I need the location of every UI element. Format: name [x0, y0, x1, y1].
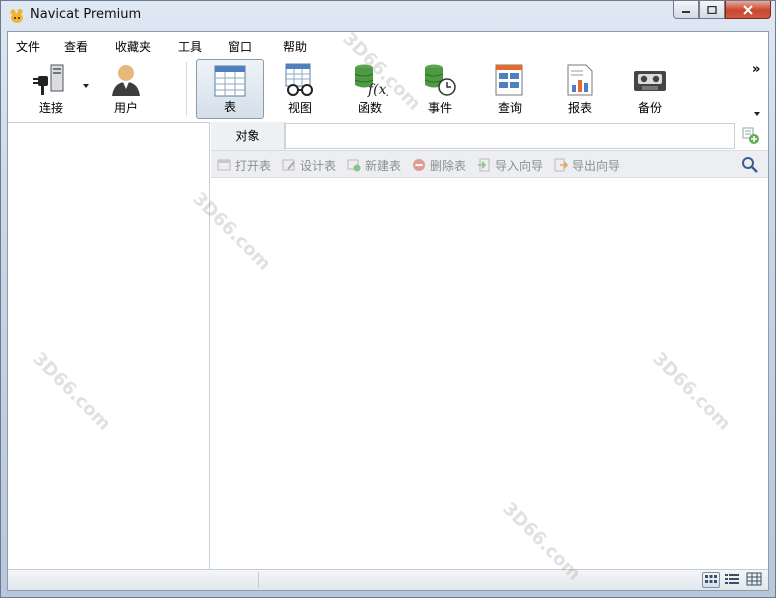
toolbar-label: 查询 — [497, 101, 522, 115]
menu-window[interactable]: 窗口 — [228, 38, 252, 55]
function-fx-icon: f(x) — [354, 64, 388, 97]
toolbar-label: 用户 — [113, 101, 138, 115]
object-pane: 对象 打开表 设计表 新建表 删除表 导入向导 导出向导 — [211, 122, 768, 569]
toolbar-table-button[interactable]: 表 — [196, 59, 264, 119]
toolbar-options-arrow-icon[interactable] — [754, 112, 760, 116]
toolbar-label: 报表 — [567, 101, 592, 115]
list-view-icon — [725, 574, 739, 584]
client-area: 文件 查看 收藏夹 工具 窗口 帮助 连接 用户 表 视图 f(x 函数 事件 … — [7, 31, 769, 591]
backup-tape-icon — [634, 71, 666, 91]
close-icon — [743, 4, 753, 15]
query-icon — [495, 64, 523, 96]
menu-tools[interactable]: 工具 — [178, 38, 202, 55]
export-wizard-label: 导出向导 — [572, 158, 621, 173]
main-window: Navicat Premium 文件 查看 收藏夹 工具 窗口 帮助 连接 用户… — [0, 0, 776, 598]
export-wizard-button[interactable]: 导出向导 — [554, 156, 620, 174]
toolbar-label: 函数 — [357, 101, 382, 115]
toolbar-separator — [186, 62, 187, 116]
open-table-button[interactable]: 打开表 — [217, 156, 271, 174]
toolbar-user-button[interactable]: 用户 — [92, 59, 160, 119]
toolbar-connection-button[interactable]: 连接 — [17, 59, 85, 119]
window-controls — [673, 1, 771, 21]
table-icon — [214, 65, 246, 97]
view-glasses-icon — [285, 63, 313, 96]
event-clock-icon — [424, 64, 456, 96]
menu-bar: 文件 查看 收藏夹 工具 窗口 帮助 — [8, 32, 768, 56]
user-icon — [112, 65, 140, 96]
toolbar-label: 视图 — [287, 101, 312, 115]
tab-objects[interactable]: 对象 — [211, 122, 285, 150]
menu-favorites[interactable]: 收藏夹 — [115, 38, 151, 55]
menu-file[interactable]: 文件 — [16, 38, 40, 55]
window-title: Navicat Premium — [30, 7, 142, 22]
status-divider — [258, 572, 259, 588]
menu-view[interactable]: 查看 — [64, 38, 88, 55]
toolbar-report-button[interactable]: 报表 — [546, 59, 614, 119]
object-tab-strip[interactable] — [285, 123, 735, 149]
large-icons-view-button[interactable] — [702, 572, 720, 588]
menu-help[interactable]: 帮助 — [283, 38, 307, 55]
maximize-icon — [707, 5, 717, 14]
connection-dropdown-arrow-icon[interactable] — [83, 84, 89, 88]
new-table-icon — [347, 159, 361, 172]
toolbar-event-button[interactable]: 事件 — [406, 59, 474, 119]
close-button[interactable] — [725, 1, 771, 19]
delete-table-label: 删除表 — [430, 158, 467, 173]
status-bar — [8, 569, 768, 590]
maximize-button[interactable] — [699, 1, 725, 19]
design-table-icon — [282, 159, 295, 171]
object-options-icon[interactable] — [741, 126, 761, 146]
toolbar-label: 连接 — [38, 101, 63, 115]
delete-table-button[interactable]: 删除表 — [412, 156, 466, 174]
import-wizard-icon — [478, 158, 490, 172]
design-table-label: 设计表 — [300, 158, 337, 173]
open-table-icon — [217, 159, 231, 171]
icons-view-icon — [705, 575, 717, 583]
toolbar-label: 备份 — [637, 101, 662, 115]
title-bar[interactable]: Navicat Premium — [1, 1, 776, 31]
detail-view-button[interactable] — [746, 572, 764, 588]
object-list-area[interactable] — [211, 178, 768, 569]
report-icon — [567, 64, 593, 96]
list-view-button[interactable] — [724, 572, 742, 588]
export-wizard-icon — [554, 158, 568, 172]
toolbar-overflow-chevron[interactable]: » — [752, 62, 760, 77]
new-table-button[interactable]: 新建表 — [347, 156, 401, 174]
connection-tree-pane[interactable] — [8, 122, 210, 569]
toolbar-backup-button[interactable]: 备份 — [616, 59, 684, 119]
search-icon[interactable] — [741, 156, 759, 174]
detail-view-icon — [746, 572, 762, 586]
toolbar-label: 事件 — [427, 101, 452, 115]
new-table-label: 新建表 — [365, 158, 402, 173]
toolbar-query-button[interactable]: 查询 — [476, 59, 544, 119]
toolbar-function-button[interactable]: f(x) 函数 — [336, 59, 404, 119]
delete-table-icon — [413, 159, 425, 171]
design-table-button[interactable]: 设计表 — [282, 156, 336, 174]
main-toolbar: 连接 用户 表 视图 f(x 函数 事件 查询 报表 备份 » — [8, 56, 768, 122]
minimize-button[interactable] — [673, 1, 699, 19]
toolbar-view-button[interactable]: 视图 — [266, 59, 334, 119]
svg-text:f(x): f(x) — [367, 82, 388, 97]
minimize-icon — [682, 10, 690, 13]
connection-plug-icon — [33, 64, 64, 95]
open-table-label: 打开表 — [235, 158, 272, 173]
object-toolbar: 打开表 设计表 新建表 删除表 导入向导 导出向导 — [211, 150, 768, 178]
import-wizard-button[interactable]: 导入向导 — [477, 156, 543, 174]
navicat-logo-icon — [10, 8, 23, 23]
import-wizard-label: 导入向导 — [495, 158, 544, 173]
toolbar-label: 表 — [223, 100, 236, 114]
